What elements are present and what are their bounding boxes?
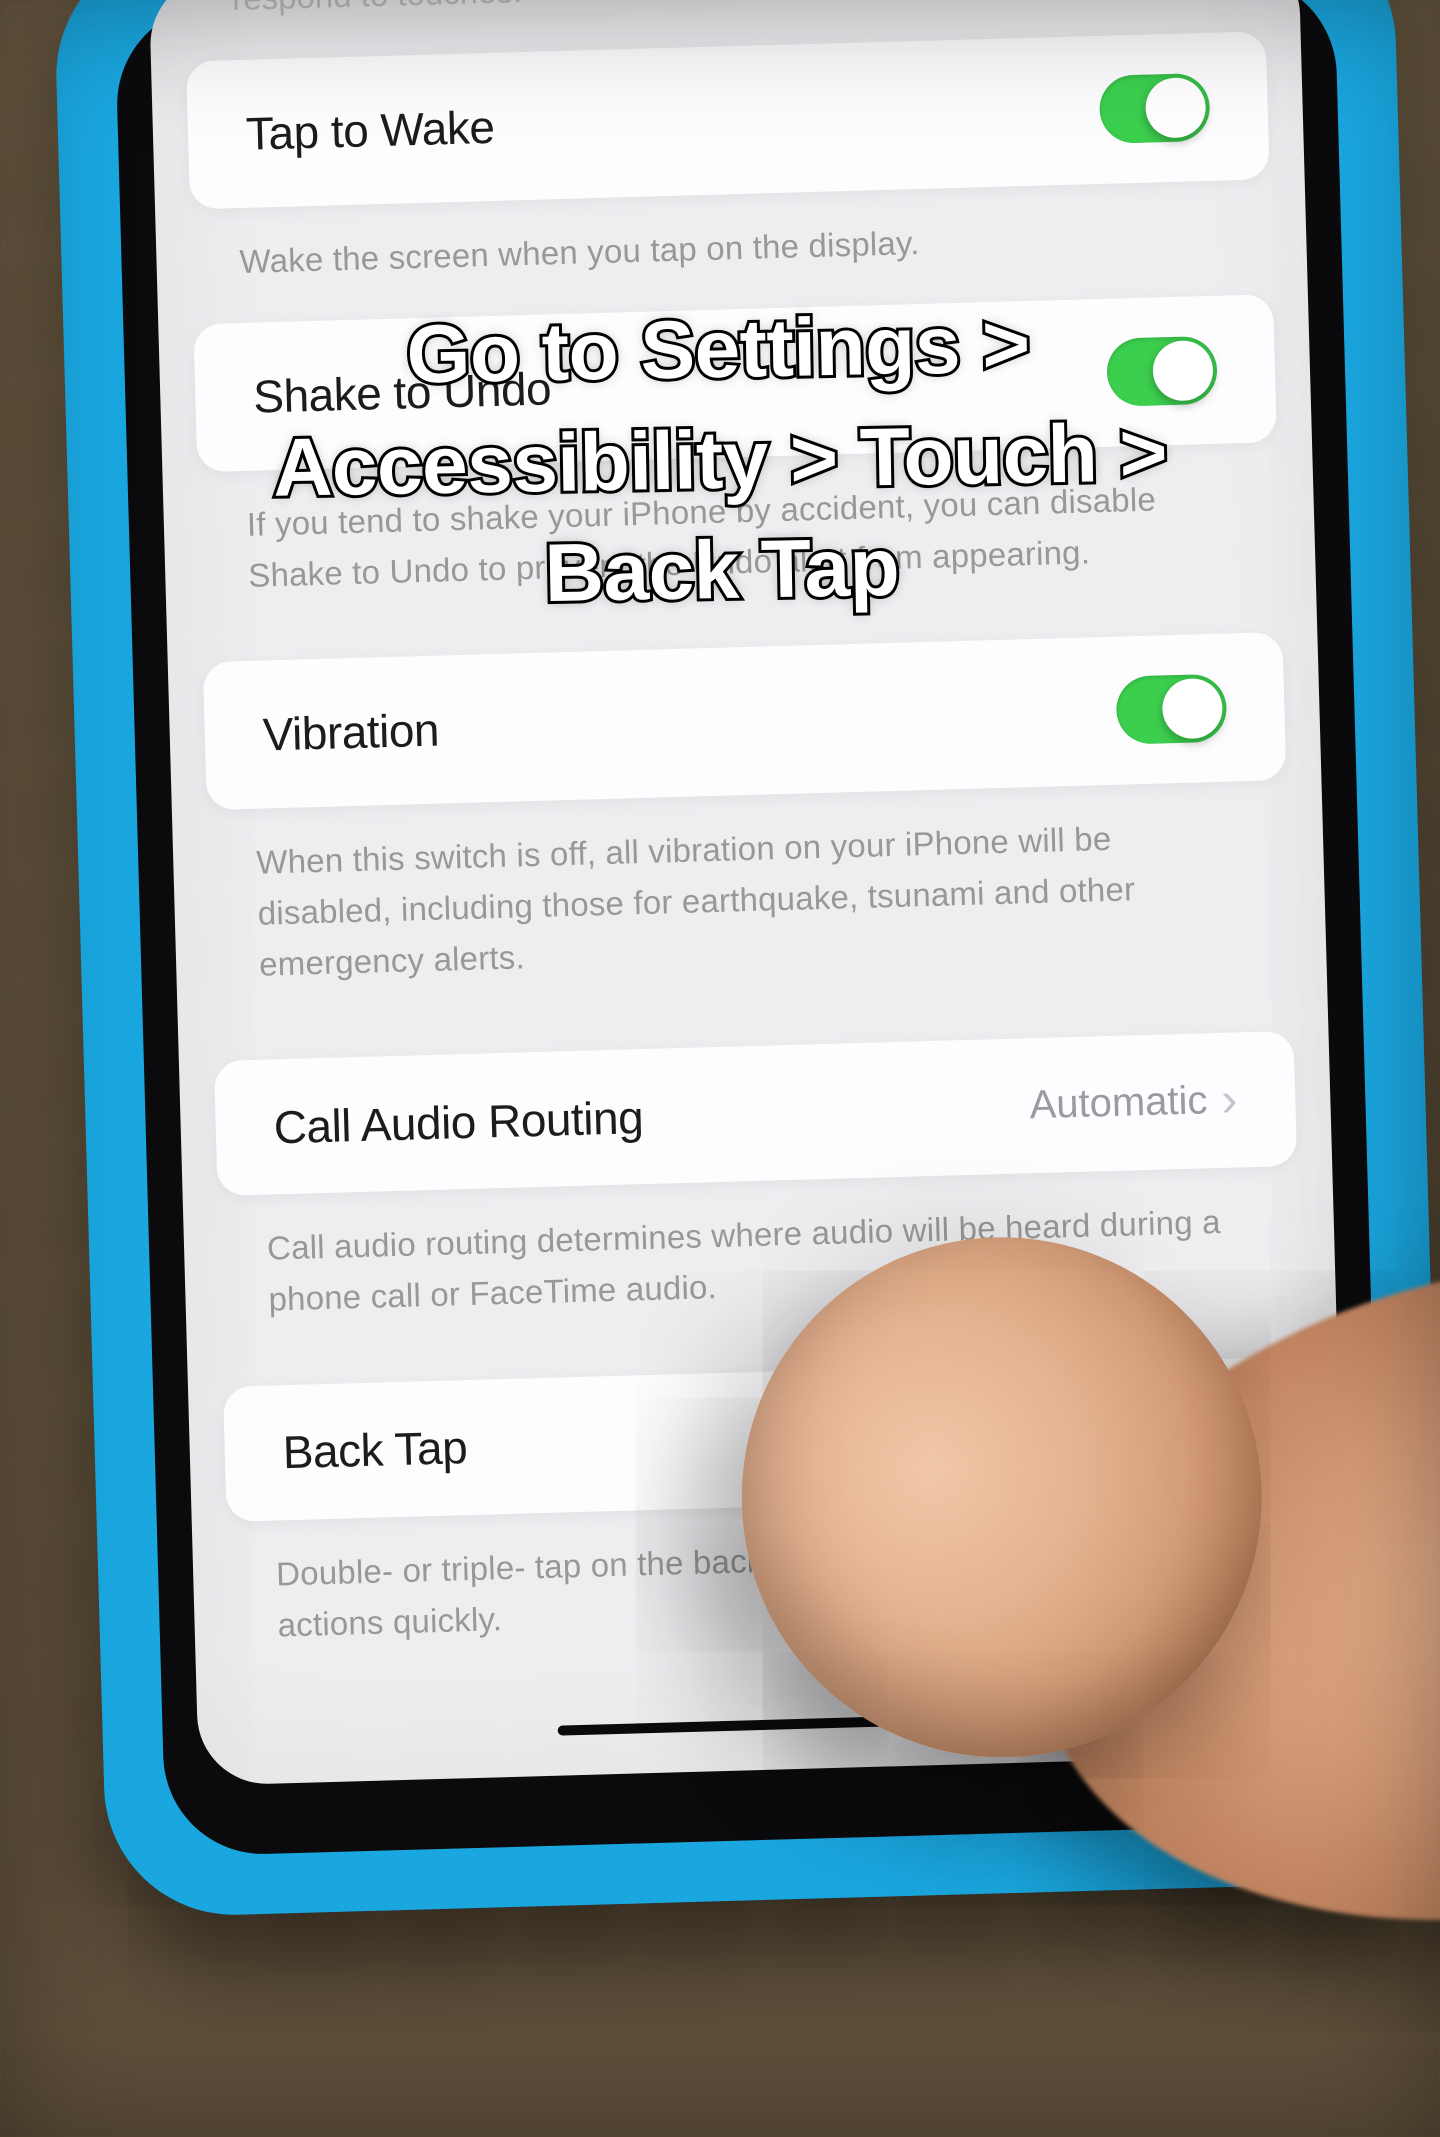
phone-bezel: respond to touches. Tap to Wake Wake the… (114, 0, 1385, 1857)
back-tap-label: Back Tap (282, 1420, 468, 1479)
vibration-footer: When this switch is off, all vibration o… (207, 780, 1292, 992)
call-audio-routing-label: Call Audio Routing (273, 1090, 644, 1154)
settings-touch-list[interactable]: respond to touches. Tap to Wake Wake the… (149, 0, 1349, 1786)
vibration-toggle[interactable] (1115, 674, 1227, 745)
phone-screen: respond to touches. Tap to Wake Wake the… (149, 0, 1349, 1786)
tap-to-wake-row[interactable]: Tap to Wake (186, 31, 1270, 209)
vibration-row[interactable]: Vibration (203, 632, 1287, 810)
call-audio-routing-value: Automatic (1029, 1079, 1208, 1129)
tap-to-wake-label: Tap to Wake (245, 99, 495, 160)
vibration-label: Vibration (262, 703, 440, 762)
tap-to-wake-toggle[interactable] (1099, 72, 1211, 143)
phone-frame: respond to touches. Tap to Wake Wake the… (53, 0, 1440, 1918)
shake-to-undo-toggle[interactable] (1106, 335, 1218, 406)
chevron-right-icon: › (1221, 1073, 1239, 1128)
prev-footer: respond to touches. (184, 0, 1265, 25)
shake-to-undo-label: Shake to Undo (253, 361, 552, 423)
shake-to-undo-row[interactable]: Shake to Undo (193, 294, 1277, 472)
